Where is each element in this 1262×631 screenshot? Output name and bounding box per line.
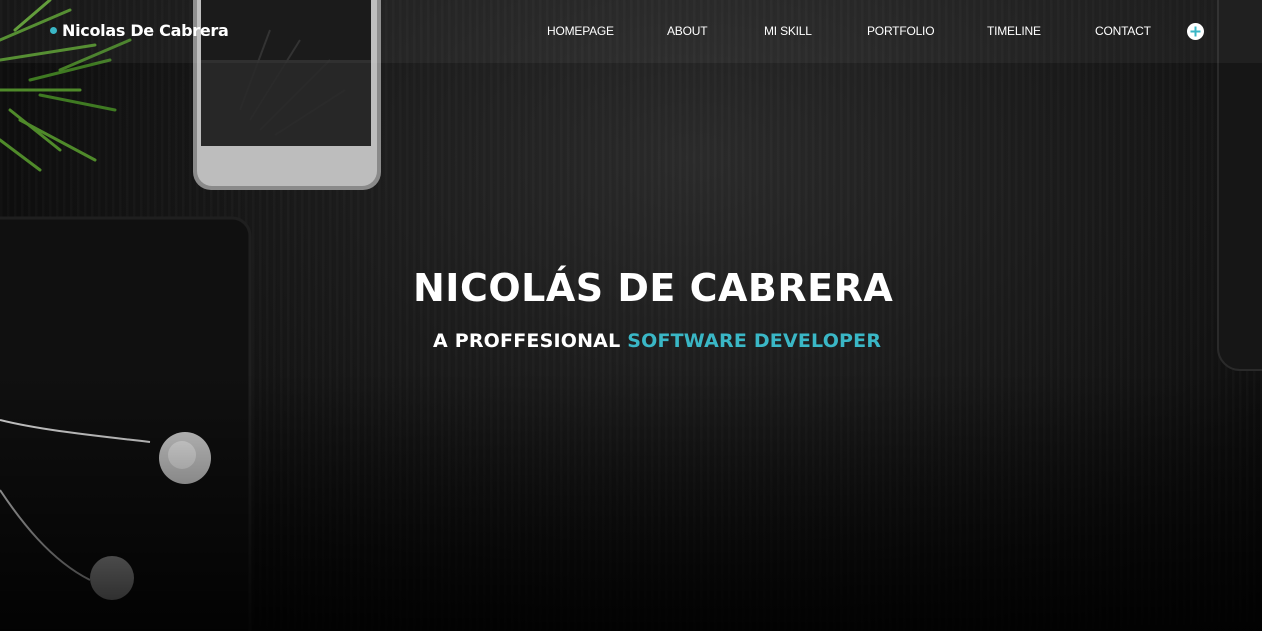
hero-background [0, 0, 1262, 631]
hero-subtitle-highlight: SOFTWARE DEVELOPER [627, 330, 882, 352]
hero-title: NICOLÁS DE CABRERA [413, 266, 894, 310]
bottom-shadow [0, 371, 1262, 631]
nav-item-portfolio[interactable]: PORTFOLIO [867, 24, 935, 38]
hero-subtitle: A PROFFESIONAL SOFTWARE DEVELOPER [433, 330, 881, 352]
nav-item-mi-skill[interactable]: MI SKILL [764, 24, 812, 38]
hero-subtitle-prefix: A PROFFESIONAL [433, 330, 621, 352]
nav-item-about[interactable]: ABOUT [667, 24, 708, 38]
nav-item-contact[interactable]: CONTACT [1095, 24, 1151, 38]
brand-dot-icon [50, 26, 57, 34]
nav-item-timeline[interactable]: TIMELINE [987, 24, 1041, 38]
top-navbar: Nicolas De Cabrera HOMEPAGE ABOUT MI SKI… [0, 0, 1262, 63]
nav-item-homepage[interactable]: HOMEPAGE [547, 24, 614, 38]
brand-name: Nicolas De Cabrera [62, 21, 229, 40]
brand-logo[interactable]: Nicolas De Cabrera [50, 21, 229, 40]
plus-circle-icon[interactable] [1187, 23, 1204, 40]
